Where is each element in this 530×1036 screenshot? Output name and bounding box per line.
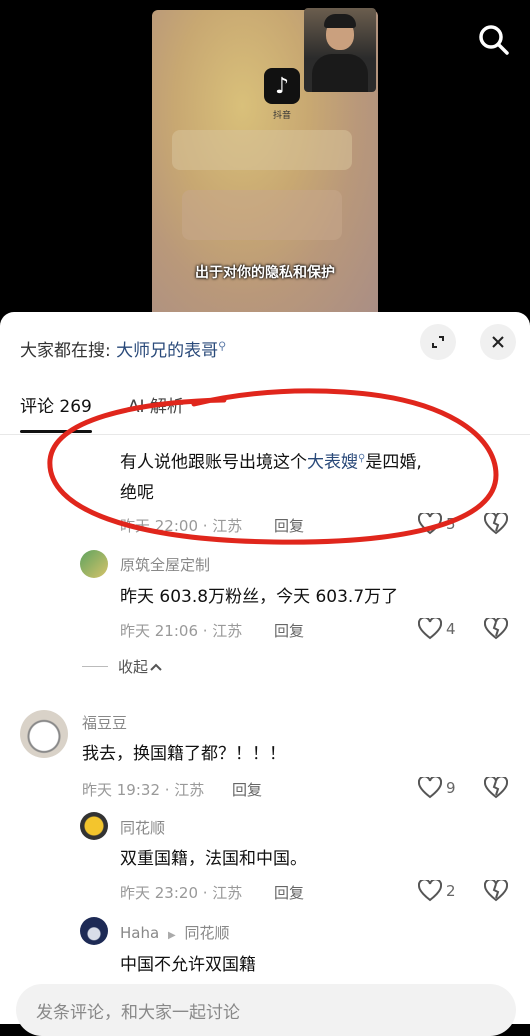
like-count: 2 xyxy=(446,882,456,900)
trending-search[interactable]: 大家都在搜: 大师兄的表哥⚲ xyxy=(20,336,226,361)
broken-heart-icon xyxy=(483,616,509,640)
video-player[interactable]: ♪ 抖音 出于对你的隐私和保护 xyxy=(0,0,530,330)
heart-icon xyxy=(418,880,442,902)
comment-sheet: 大家都在搜: 大师兄的表哥⚲ 评论 269 AI 解析 有人说他跟账号出境这个大… xyxy=(0,312,530,1036)
like-button[interactable]: 4 xyxy=(418,618,456,640)
comment-text: 中国不允许双国籍 xyxy=(120,955,256,975)
comment-meta: 昨天 19:32 · 江苏 xyxy=(82,781,205,799)
search-icon xyxy=(479,25,509,55)
search-prefix: 大家都在搜: xyxy=(20,341,111,361)
search-query-icon: ⚲ xyxy=(218,339,227,353)
like-button[interactable]: 2 xyxy=(418,880,456,902)
blurred-content xyxy=(182,190,342,240)
search-term-link[interactable]: 大师兄的表哥 xyxy=(116,341,218,361)
avatar[interactable] xyxy=(80,812,108,840)
picture-in-picture-presenter xyxy=(304,8,376,92)
heart-icon xyxy=(418,777,442,799)
dislike-button[interactable] xyxy=(483,616,509,644)
tiktok-logo-icon: ♪ xyxy=(264,68,300,104)
close-icon xyxy=(492,336,504,348)
collapse-line xyxy=(82,666,108,667)
avatar[interactable] xyxy=(80,917,108,945)
broken-heart-icon xyxy=(483,775,509,799)
dislike-button[interactable] xyxy=(483,878,509,906)
collapse-label: 收起 xyxy=(118,658,149,676)
chevron-up-icon xyxy=(150,663,162,671)
close-button[interactable] xyxy=(480,324,516,360)
expand-button[interactable] xyxy=(420,324,456,360)
blurred-content xyxy=(172,130,352,170)
reply-button[interactable]: 回复 xyxy=(274,882,304,903)
commenter-name[interactable]: 同花顺 xyxy=(120,817,165,838)
comment-text: 我去，换国籍了都？！！！ xyxy=(82,744,286,764)
comment-text: 双重国籍，法国和中国。 xyxy=(120,849,307,869)
comment-text: 昨天 603.8万粉丝，今天 603.7万了 xyxy=(120,587,399,607)
like-button[interactable]: 9 xyxy=(418,777,456,799)
commenter-name[interactable]: Haha xyxy=(120,924,159,942)
like-count: 4 xyxy=(446,620,456,638)
comment-meta: 昨天 21:06 · 江苏 xyxy=(120,622,243,640)
avatar[interactable] xyxy=(80,550,108,578)
reply-arrow-icon: ▶ xyxy=(167,930,176,941)
collapse-replies-button[interactable]: 收起 xyxy=(82,656,162,677)
expand-icon xyxy=(432,336,444,348)
search-button[interactable] xyxy=(476,22,512,58)
app-logo-label: 抖音 xyxy=(272,111,291,121)
annotation-ellipse xyxy=(47,388,499,545)
comment-meta: 昨天 23:20 · 江苏 xyxy=(120,884,243,902)
video-subtitle: 出于对你的隐私和保护 xyxy=(195,265,335,281)
reply-header: Haha ▶ 同花顺 xyxy=(120,922,229,943)
broken-heart-icon xyxy=(483,878,509,902)
reply-button[interactable]: 回复 xyxy=(274,620,304,641)
avatar[interactable] xyxy=(20,710,68,758)
reply-to-name[interactable]: 同花顺 xyxy=(184,924,229,942)
heart-icon xyxy=(418,618,442,640)
commenter-name[interactable]: 原筑全屋定制 xyxy=(120,554,210,575)
reply-button[interactable]: 回复 xyxy=(232,779,262,800)
like-count: 9 xyxy=(446,779,456,797)
comment-input[interactable]: 发条评论，和大家一起讨论 xyxy=(16,984,516,1036)
dislike-button[interactable] xyxy=(483,775,509,803)
commenter-name[interactable]: 福豆豆 xyxy=(82,712,127,733)
